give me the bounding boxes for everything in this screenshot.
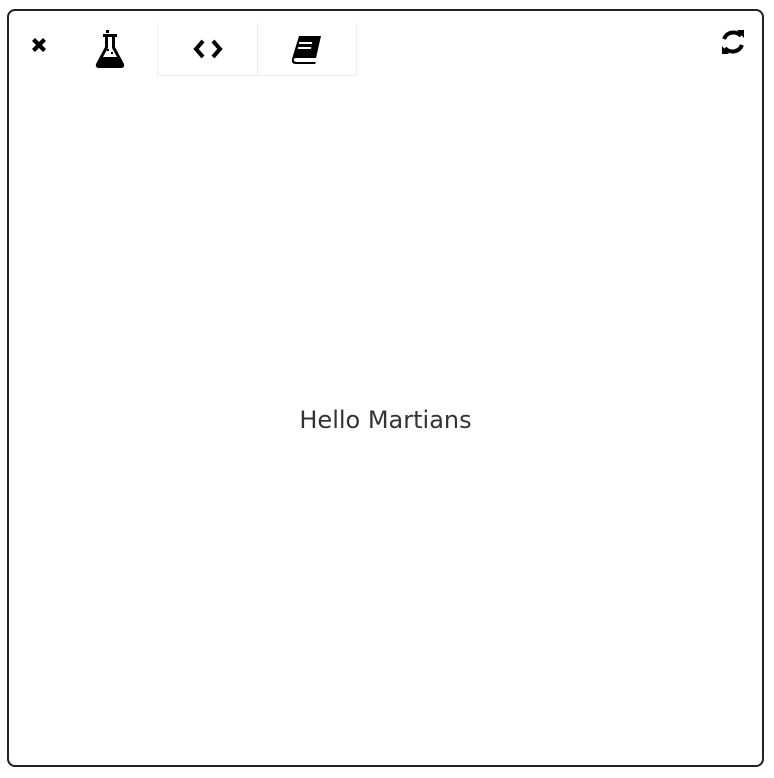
preview-panel: Hello Martians bbox=[7, 9, 764, 767]
refresh-icon bbox=[722, 30, 744, 54]
book-icon bbox=[291, 36, 321, 64]
tab-docs[interactable] bbox=[257, 23, 357, 76]
close-icon bbox=[32, 38, 46, 52]
refresh-button[interactable] bbox=[718, 27, 748, 57]
tab-bar bbox=[63, 23, 357, 76]
close-button[interactable] bbox=[25, 31, 53, 59]
tab-result[interactable] bbox=[63, 23, 157, 76]
code-icon bbox=[192, 39, 223, 59]
flask-icon bbox=[95, 29, 125, 68]
output-message: Hello Martians bbox=[299, 406, 472, 434]
tab-code[interactable] bbox=[157, 23, 257, 76]
